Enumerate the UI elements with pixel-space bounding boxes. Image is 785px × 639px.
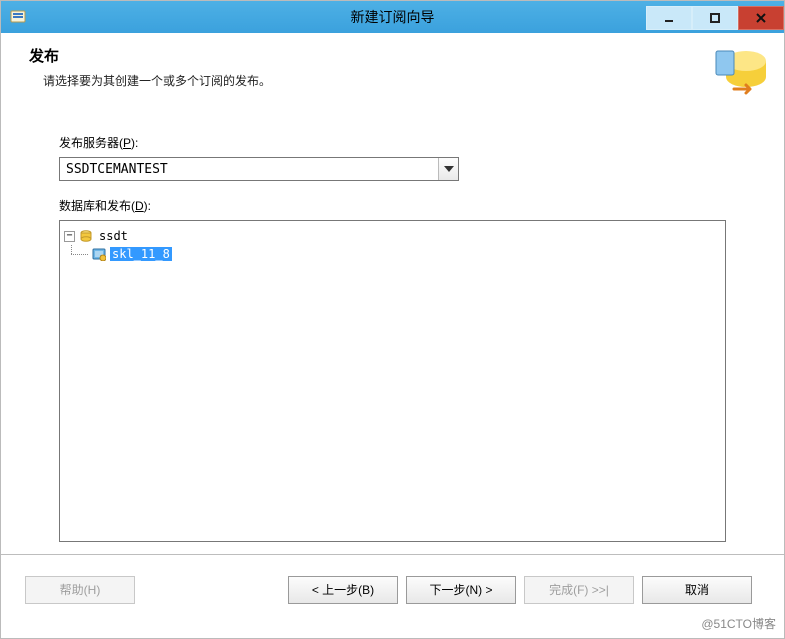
cancel-button[interactable]: 取消 (642, 576, 752, 604)
back-button[interactable]: < 上一步(B) (288, 576, 398, 604)
page-subtitle: 请选择要为其创建一个或多个订阅的发布。 (43, 72, 766, 89)
publisher-server-label: 发布服务器(P): (59, 134, 726, 151)
publisher-server-value: SSDTCEMANTEST (60, 162, 438, 177)
expander-minus-icon[interactable]: − (64, 231, 75, 242)
finish-button[interactable]: 完成(F) >>| (524, 576, 634, 604)
publications-tree[interactable]: − ssdt skl_11_8 (59, 220, 726, 542)
window-title: 新建订阅向导 (351, 7, 435, 27)
watermark: @51CTO博客 (701, 615, 776, 632)
help-button[interactable]: 帮助(H) (25, 576, 135, 604)
database-icon (79, 229, 93, 243)
publisher-server-combo[interactable]: SSDTCEMANTEST (59, 157, 459, 181)
tree-connector (64, 245, 92, 263)
close-button[interactable] (738, 6, 784, 30)
wizard-header: 发布 请选择要为其创建一个或多个订阅的发布。 (1, 33, 784, 115)
databases-publications-label: 数据库和发布(D): (59, 197, 726, 214)
app-icon (9, 8, 27, 26)
tree-node-database[interactable]: − ssdt (64, 227, 721, 245)
publication-item-icon (92, 247, 106, 261)
page-title: 发布 (29, 45, 766, 66)
minimize-button[interactable] (646, 6, 692, 30)
chevron-down-icon[interactable] (438, 158, 458, 180)
publication-icon (710, 43, 770, 103)
tree-node-label: ssdt (97, 229, 130, 243)
wizard-content: 发布服务器(P): SSDTCEMANTEST 数据库和发布(D): − ssd… (1, 116, 784, 554)
wizard-footer: 帮助(H) < 上一步(B) 下一步(N) > 完成(F) >>| 取消 (1, 554, 784, 610)
maximize-button[interactable] (692, 6, 738, 30)
titlebar: 新建订阅向导 (1, 1, 784, 33)
next-button[interactable]: 下一步(N) > (406, 576, 516, 604)
tree-node-label: skl_11_8 (110, 247, 172, 261)
tree-node-publication[interactable]: skl_11_8 (64, 245, 721, 263)
